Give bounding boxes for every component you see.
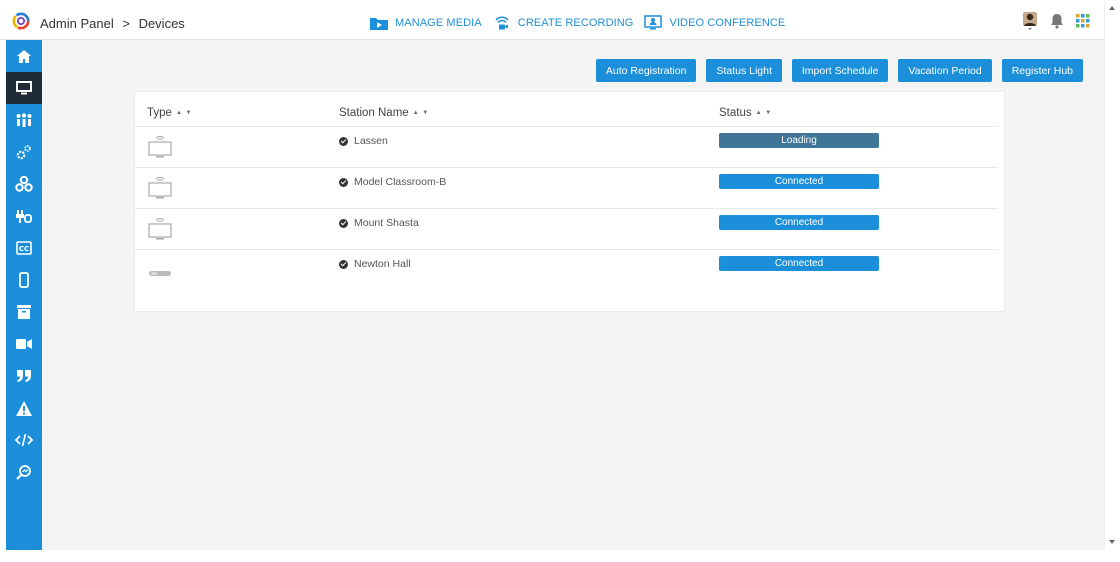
action-toolbar: Auto Registration Status Light Import Sc… <box>586 59 1083 82</box>
wifi-monitor-icon <box>148 218 172 240</box>
station-name[interactable]: Mount Shasta <box>339 217 419 229</box>
sidebar-item-alerts[interactable] <box>6 392 42 424</box>
users-icon <box>16 113 32 127</box>
video-conference-icon <box>643 15 663 31</box>
station-name-text: Lassen <box>354 135 388 147</box>
sidebar-item-home[interactable] <box>6 40 42 72</box>
search-analytics-icon <box>16 465 31 480</box>
devices-table: Type ▲ ▼ Station Name ▲ ▼ Status ▲ ▼ Las… <box>134 91 1005 312</box>
bell-icon[interactable] <box>1050 13 1064 34</box>
warning-icon <box>16 400 32 416</box>
plugins-icon <box>16 209 32 223</box>
sidebar-item-users[interactable] <box>6 104 42 136</box>
sidebar-item-network[interactable] <box>6 168 42 200</box>
status-badge: Loading <box>719 133 879 148</box>
station-name[interactable]: Newton Hall <box>339 258 411 270</box>
svg-text:CC: CC <box>19 245 29 253</box>
video-conference-label: VIDEO CONFERENCE <box>669 17 786 29</box>
status-light-button[interactable]: Status Light <box>706 59 782 82</box>
column-header-status[interactable]: Status ▲ ▼ <box>719 107 772 119</box>
code-icon <box>15 433 33 447</box>
table-row[interactable]: Model Classroom-B Connected <box>135 167 998 208</box>
monitor-icon <box>16 81 32 95</box>
check-circle-icon <box>339 136 348 146</box>
status-badge: Connected <box>719 256 879 271</box>
top-right-controls <box>1010 11 1090 36</box>
scroll-up-icon[interactable] <box>1109 6 1115 10</box>
sidebar: CC <box>6 40 42 550</box>
table-row[interactable]: Lassen Loading <box>135 126 998 167</box>
sidebar-item-archive[interactable] <box>6 296 42 328</box>
station-name-text: Mount Shasta <box>354 217 419 229</box>
mobile-icon <box>19 272 29 288</box>
user-avatar-icon[interactable] <box>1022 11 1038 36</box>
column-station-name-label: Station Name <box>339 107 409 119</box>
folder-media-icon <box>369 15 389 31</box>
top-bar: Admin Panel > Devices MANAGE MEDIA CREAT… <box>0 0 1104 40</box>
sidebar-item-mobile[interactable] <box>6 264 42 296</box>
check-circle-icon <box>339 218 348 228</box>
app-logo-icon[interactable] <box>12 12 30 30</box>
vertical-scrollbar[interactable] <box>1104 0 1120 550</box>
station-name-text: Model Classroom-B <box>354 176 447 188</box>
status-badge: Connected <box>719 215 879 230</box>
home-icon <box>17 49 31 63</box>
sidebar-item-quotes[interactable] <box>6 360 42 392</box>
sidebar-item-developer[interactable] <box>6 424 42 456</box>
sort-icon[interactable]: ▲ ▼ <box>756 110 773 116</box>
station-name[interactable]: Lassen <box>339 135 388 147</box>
status-badge: Connected <box>719 174 879 189</box>
quote-icon <box>17 370 31 382</box>
app-window: Admin Panel > Devices MANAGE MEDIA CREAT… <box>0 0 1120 562</box>
column-header-station-name[interactable]: Station Name ▲ ▼ <box>339 107 429 119</box>
top-nav: MANAGE MEDIA CREATE RECORDING VIDEO CONF… <box>369 13 795 33</box>
sidebar-item-captions[interactable]: CC <box>6 232 42 264</box>
vacation-period-button[interactable]: Vacation Period <box>898 59 992 82</box>
video-camera-icon <box>16 339 32 349</box>
manage-media-link[interactable]: MANAGE MEDIA <box>369 15 482 31</box>
station-name[interactable]: Model Classroom-B <box>339 176 446 188</box>
scroll-down-icon[interactable] <box>1109 540 1115 544</box>
network-icon <box>15 176 33 192</box>
breadcrumb-root[interactable]: Admin Panel <box>40 16 114 31</box>
column-status-label: Status <box>719 107 752 119</box>
sidebar-item-analytics[interactable] <box>6 456 42 488</box>
wifi-monitor-icon <box>148 177 172 199</box>
hub-device-icon <box>149 271 171 276</box>
breadcrumb-current: Devices <box>138 16 185 31</box>
video-conference-link[interactable]: VIDEO CONFERENCE <box>643 15 785 31</box>
apps-grid-icon[interactable] <box>1076 14 1090 33</box>
breadcrumb: Admin Panel > Devices <box>40 16 190 31</box>
recording-icon <box>492 15 512 31</box>
column-header-type[interactable]: Type ▲ ▼ <box>147 107 192 119</box>
check-circle-icon <box>339 177 348 187</box>
sidebar-item-settings[interactable] <box>6 136 42 168</box>
sidebar-item-devices[interactable] <box>6 72 42 104</box>
table-row[interactable]: Newton Hall Connected <box>135 249 998 290</box>
register-hub-button[interactable]: Register Hub <box>1001 59 1083 82</box>
sidebar-item-video[interactable] <box>6 328 42 360</box>
station-name-text: Newton Hall <box>354 258 411 270</box>
create-recording-label: CREATE RECORDING <box>517 17 634 29</box>
manage-media-label: MANAGE MEDIA <box>395 17 482 29</box>
wifi-monitor-icon <box>148 136 172 158</box>
import-schedule-button[interactable]: Import Schedule <box>791 59 889 82</box>
breadcrumb-separator: > <box>122 16 130 31</box>
gears-icon <box>16 145 31 160</box>
main-content: Auto Registration Status Light Import Sc… <box>42 40 1104 550</box>
create-recording-link[interactable]: CREATE RECORDING <box>492 15 634 31</box>
table-row[interactable]: Mount Shasta Connected <box>135 208 998 249</box>
sidebar-item-plugins[interactable] <box>6 200 42 232</box>
check-circle-icon <box>339 259 348 269</box>
column-type-label: Type <box>147 107 172 119</box>
sort-icon[interactable]: ▲ ▼ <box>413 110 430 116</box>
archive-icon <box>17 305 31 319</box>
auto-registration-button[interactable]: Auto Registration <box>595 59 697 82</box>
sort-icon[interactable]: ▲ ▼ <box>176 110 193 116</box>
table-header: Type ▲ ▼ Station Name ▲ ▼ Status ▲ ▼ <box>135 92 1004 126</box>
closed-captions-icon: CC <box>16 241 32 255</box>
bottom-edge <box>0 550 1120 562</box>
